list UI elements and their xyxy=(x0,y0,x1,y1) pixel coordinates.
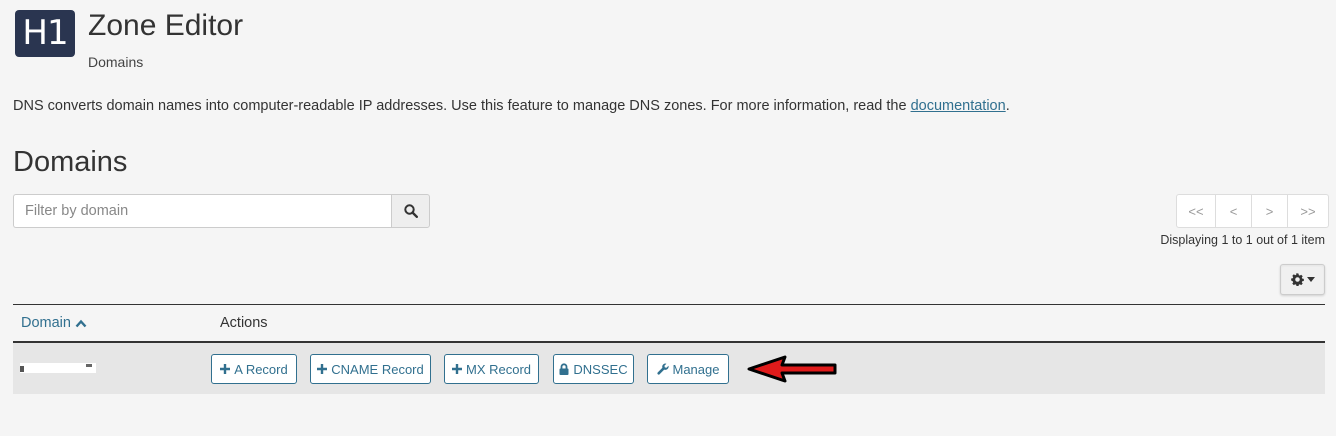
manage-button[interactable]: Manage xyxy=(647,354,729,384)
table-top-border xyxy=(13,304,1325,305)
plus-icon xyxy=(317,364,328,374)
add-mx-record-label: MX Record xyxy=(465,361,532,377)
red-arrow-annotation xyxy=(747,355,837,383)
dnssec-button[interactable]: DNSSEC xyxy=(553,354,634,384)
search-input[interactable] xyxy=(13,194,391,228)
column-header-domain[interactable]: Domain xyxy=(21,315,87,331)
column-header-domain-label: Domain xyxy=(21,315,71,331)
previous-page-button[interactable]: < xyxy=(1215,194,1252,228)
description-suffix: . xyxy=(1005,98,1010,114)
chevron-up-icon xyxy=(75,319,87,327)
wrench-icon xyxy=(656,363,669,375)
plus-icon xyxy=(451,364,462,374)
settings-button[interactable] xyxy=(1280,264,1325,295)
add-a-record-label: A Record xyxy=(234,361,288,377)
page-description: DNS converts domain names into computer-… xyxy=(13,98,1010,114)
gear-icon xyxy=(1290,273,1304,286)
add-a-record-button[interactable]: A Record xyxy=(211,354,297,384)
pagination-summary: Displaying 1 to 1 out of 1 item xyxy=(1160,233,1325,247)
cpanel-logo: H1 xyxy=(15,10,75,57)
page-title: Zone Editor xyxy=(88,9,244,42)
dnssec-label: DNSSEC xyxy=(573,361,628,377)
description-text: DNS converts domain names into computer-… xyxy=(13,98,911,114)
plus-icon xyxy=(220,364,231,374)
search-group xyxy=(13,194,430,228)
search-button[interactable] xyxy=(391,194,430,228)
column-header-actions: Actions xyxy=(220,315,268,331)
section-title: Domains xyxy=(13,146,128,178)
caret-down-icon xyxy=(1306,277,1315,282)
lock-icon xyxy=(559,363,569,375)
breadcrumb: Domains xyxy=(88,54,144,70)
next-page-button[interactable]: > xyxy=(1251,194,1288,228)
manage-label: Manage xyxy=(672,361,720,377)
add-cname-record-label: CNAME Record xyxy=(331,361,424,377)
add-cname-record-button[interactable]: CNAME Record xyxy=(310,354,431,384)
domain-cell-redacted xyxy=(20,363,96,373)
logo-text: H1 xyxy=(22,13,68,53)
search-icon xyxy=(403,204,418,218)
last-page-button[interactable]: >> xyxy=(1287,194,1329,228)
documentation-link[interactable]: documentation xyxy=(911,98,1006,114)
add-mx-record-button[interactable]: MX Record xyxy=(444,354,539,384)
first-page-button[interactable]: << xyxy=(1176,194,1216,228)
pagination: << < > >> xyxy=(1176,194,1329,228)
